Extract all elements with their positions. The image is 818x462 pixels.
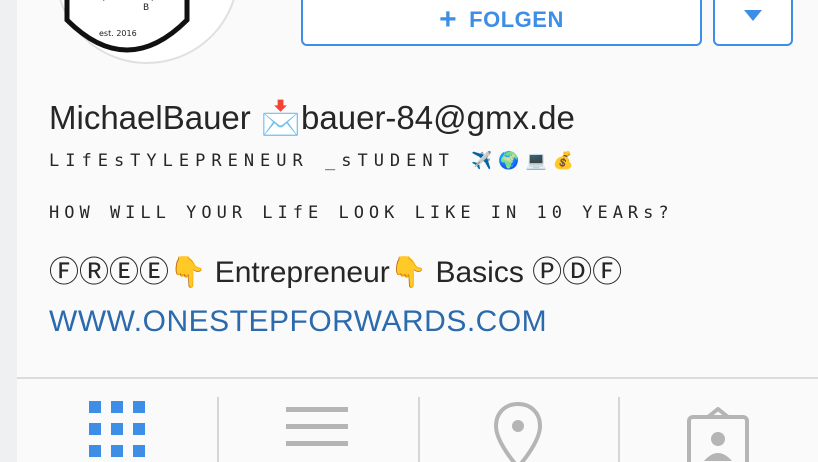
list-icon	[286, 407, 349, 446]
follow-button[interactable]: + FOLGEN	[301, 0, 702, 46]
chevron-down-icon	[744, 9, 762, 21]
suggestions-dropdown-button[interactable]	[713, 0, 793, 46]
location-pin-icon	[493, 401, 542, 462]
crest-est-text: est. 2016	[99, 29, 137, 38]
profile-view-tabs	[17, 379, 818, 462]
grid-icon	[89, 401, 146, 457]
profile-screen: B est. 2016 + FOLGEN MichaelBauer 📩bauer…	[17, 0, 818, 462]
tagged-photos-icon	[686, 407, 749, 462]
bio-free-basics: ⒻⓇⒺⒺ👇 Entrepreneur👇 Basics ⓅⒹⒻ	[49, 256, 623, 289]
tab-location-view[interactable]	[417, 379, 618, 462]
bio-question: HOW WILL YOUR LIfE LOOK LIKE IN 10 YEARs…	[49, 203, 674, 223]
bio-tagline: LIfEsTYLEPRENEUR _sTUDENT ✈️🌍💻💰	[49, 151, 580, 171]
follow-label: FOLGEN	[469, 7, 564, 32]
plus-icon: +	[439, 3, 458, 36]
tab-tagged-view[interactable]	[617, 379, 818, 462]
tab-grid-view[interactable]	[17, 379, 217, 462]
tab-list-view[interactable]	[217, 379, 417, 462]
bio-name-email: MichaelBauer 📩bauer-84@gmx.de	[49, 99, 575, 136]
crest-letter: B	[143, 3, 150, 13]
website-link[interactable]: WWW.ONESTEPFORWARDS.COM	[49, 305, 547, 339]
